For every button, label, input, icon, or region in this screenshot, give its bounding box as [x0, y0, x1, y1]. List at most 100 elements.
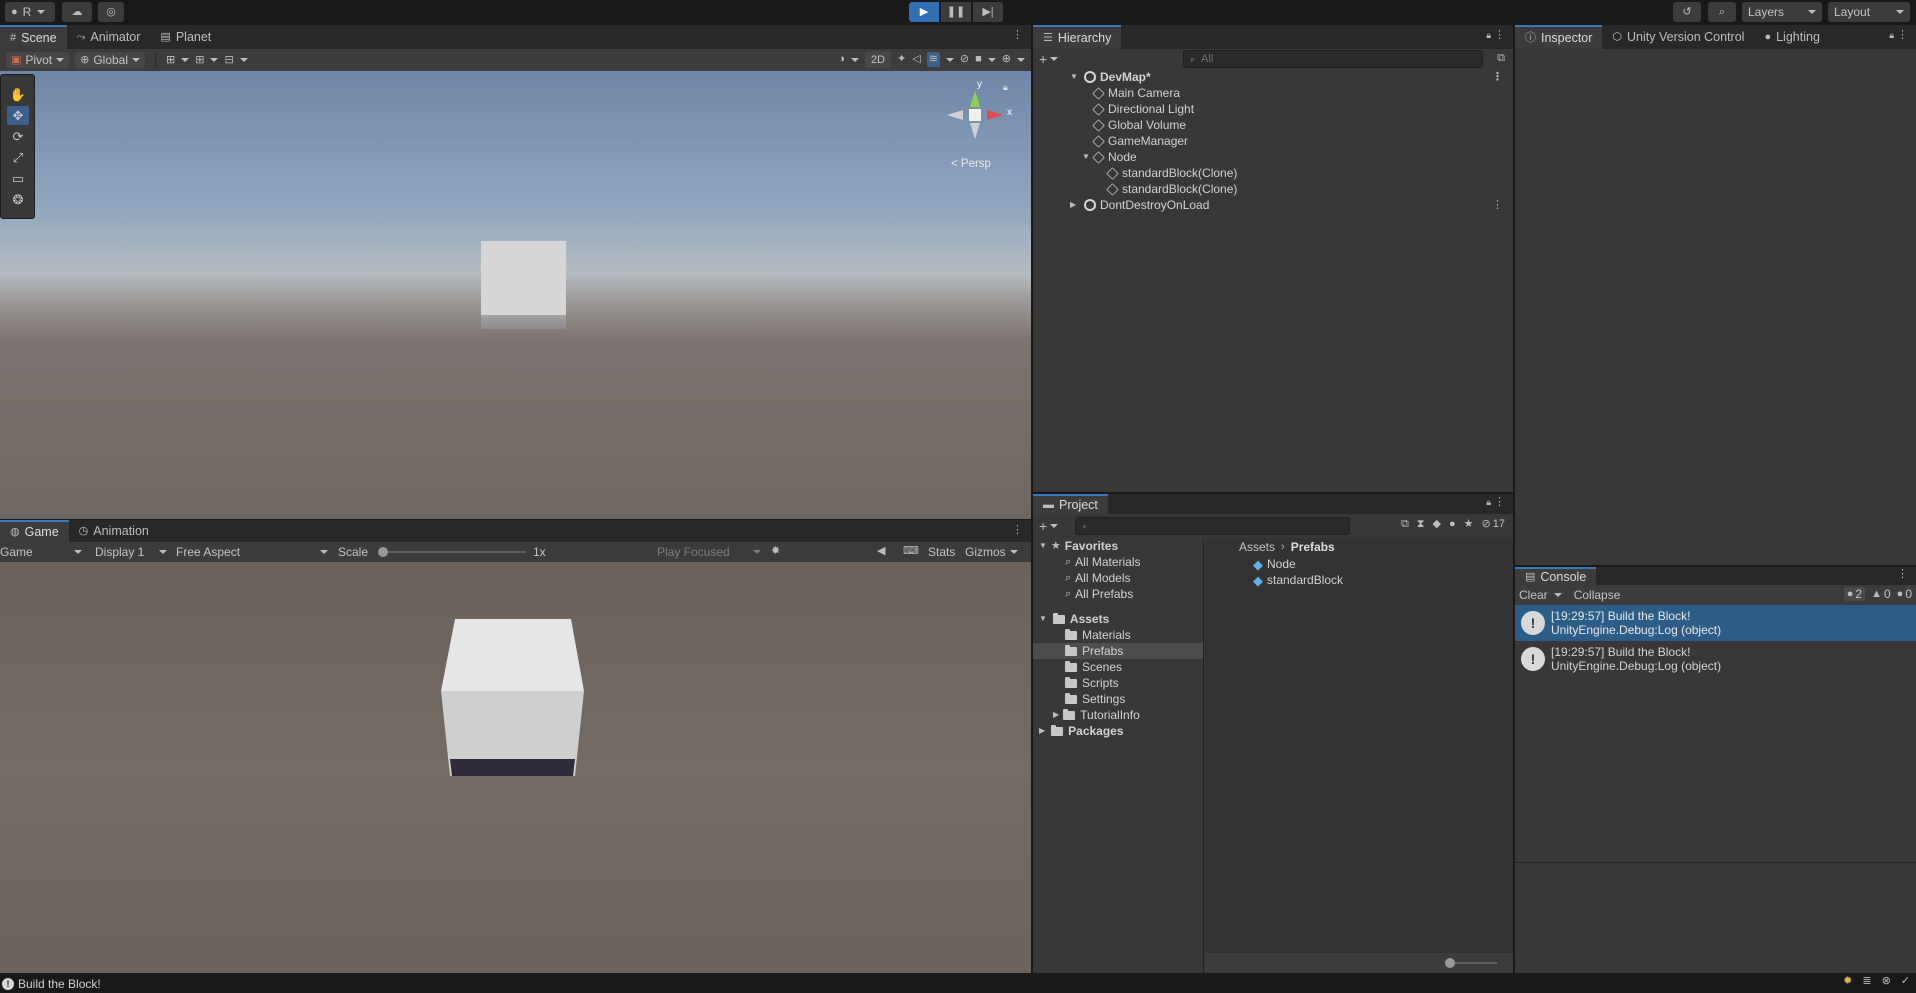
scene-visibility-icon[interactable]: ⧉ — [1497, 53, 1505, 64]
history-button[interactable]: ↺ — [1673, 2, 1701, 22]
panel-menu-icon[interactable]: ⋮ — [1494, 497, 1505, 508]
collapsed-arrow-icon[interactable]: ▶ — [1039, 727, 1045, 735]
folder-settings[interactable]: Settings — [1033, 691, 1203, 707]
panel-menu-icon[interactable]: ⋮ — [1897, 30, 1908, 41]
panel-menu-icon[interactable]: ⋮ — [1494, 30, 1505, 41]
breadcrumb-prefabs[interactable]: Prefabs — [1291, 540, 1335, 554]
hidden-packages-toggle[interactable]: ⊘ 17 — [1482, 518, 1505, 530]
assets-header[interactable]: ▼ Assets — [1033, 611, 1203, 627]
hidden-objects-icon[interactable]: ⊘ — [960, 54, 969, 65]
tree-item-directional-light[interactable]: Directional Light — [1033, 101, 1513, 117]
rotate-tool-icon[interactable]: ⟳ — [7, 127, 29, 146]
play-button[interactable]: ▶ — [909, 2, 939, 22]
item-menu-icon[interactable]: ⋮ — [1492, 71, 1503, 83]
add-icon[interactable]: + — [1039, 519, 1047, 533]
layers-dropdown[interactable]: Layers — [1742, 2, 1822, 22]
increment-snap-icon[interactable]: ⊟ — [224, 54, 233, 66]
toggle-2d-button[interactable]: 2D — [864, 51, 891, 68]
project-search-input[interactable]: ⌕ — [1075, 517, 1350, 535]
scale-slider[interactable] — [378, 547, 526, 557]
lock-icon[interactable]: 🔒︎ — [1486, 498, 1491, 507]
lighting-toggle-icon[interactable]: ✦ — [897, 54, 906, 65]
scale-tool-icon[interactable]: ⤢ — [7, 148, 29, 167]
folder-tutorialinfo[interactable]: ▶ TutorialInfo — [1033, 707, 1203, 723]
status-message[interactable]: Build the Block! — [18, 977, 101, 991]
tree-item-dontdestroyonload[interactable]: ▶ DontDestroyOnLoad ⋮ — [1033, 197, 1513, 213]
favorite-all-models[interactable]: ⌕ All Models — [1033, 570, 1203, 586]
packages-header[interactable]: ▶ Packages — [1033, 723, 1203, 739]
stats-button[interactable]: Stats — [928, 545, 955, 559]
tree-item-standardblock-clone[interactable]: standardBlock(Clone) — [1033, 165, 1513, 181]
collapse-button[interactable]: Collapse — [1574, 588, 1621, 602]
lock-icon[interactable]: 🔒︎ — [1003, 83, 1008, 92]
rect-tool-icon[interactable]: ▭ — [7, 169, 29, 188]
search-by-type-icon[interactable]: ⧉ — [1401, 518, 1409, 530]
asset-file-standardblock[interactable]: ◆ standardBlock — [1205, 572, 1513, 588]
folder-materials[interactable]: Materials — [1033, 627, 1203, 643]
tab-project[interactable]: ▬ Project — [1033, 494, 1108, 514]
keyboard-icon[interactable]: ⌨ — [903, 546, 919, 557]
tab-scene[interactable]: # Scene — [0, 25, 67, 49]
display-mode-dropdown[interactable]: Game — [0, 545, 82, 559]
favorite-all-prefabs[interactable]: ⌕ All Prefabs — [1033, 586, 1203, 602]
pause-button[interactable]: ❚❚ — [941, 2, 971, 22]
aspect-dropdown[interactable]: Free Aspect — [176, 545, 328, 559]
mute-audio-icon[interactable]: ◀︎ — [877, 546, 885, 557]
effects-icon[interactable]: ≋ — [926, 52, 940, 67]
tab-lighting[interactable]: ● Lighting — [1754, 25, 1829, 49]
expand-arrow-icon[interactable]: ▼ — [1070, 73, 1078, 81]
step-button[interactable]: ▶| — [973, 2, 1003, 22]
layout-dropdown[interactable]: Layout — [1828, 2, 1910, 22]
tab-animator[interactable]: ⤳ Animator — [67, 25, 151, 49]
tab-version-control[interactable]: ⬡ Unity Version Control — [1602, 25, 1754, 49]
expand-arrow-icon[interactable]: ▼ — [1039, 615, 1047, 623]
collab-button[interactable]: ◎ — [98, 2, 124, 22]
asset-file-node[interactable]: ◆ Node — [1205, 556, 1513, 572]
hierarchy-search-input[interactable]: ⌕ All — [1183, 50, 1483, 68]
tab-inspector[interactable]: ⓘ Inspector — [1515, 25, 1603, 49]
scale-slider-thumb[interactable] — [378, 547, 388, 557]
tab-hierarchy[interactable]: ☰ Hierarchy — [1033, 25, 1122, 49]
hand-tool-icon[interactable]: ✋ — [7, 85, 29, 104]
orientation-gizmo[interactable]: y x — [945, 79, 1015, 145]
gizmos-icon[interactable]: ⊕ — [1002, 54, 1011, 65]
search-by-label-icon[interactable]: ⧗ — [1417, 518, 1425, 530]
clear-options-dropdown[interactable] — [1553, 593, 1562, 597]
scene-viewport[interactable]: ✋ ✥ ⟳ ⤢ ▭ ❂ y x 🔒︎ < Persp — [0, 71, 1031, 519]
console-entry[interactable]: ! [19:29:57] Build the Block! UnityEngin… — [1515, 641, 1916, 677]
folder-scenes[interactable]: Scenes — [1033, 659, 1203, 675]
favorite-all-materials[interactable]: ⌕ All Materials — [1033, 554, 1203, 570]
bug-icon[interactable]: ✸ — [771, 546, 780, 557]
item-menu-icon[interactable]: ⋮ — [1492, 199, 1503, 211]
expand-arrow-icon[interactable]: ▼ — [1039, 542, 1047, 550]
error-count-toggle[interactable]: ● 0 — [1897, 587, 1912, 601]
tree-item-node[interactable]: ▼ Node — [1033, 149, 1513, 165]
global-dropdown[interactable]: ⊕ Global — [75, 52, 145, 68]
expand-arrow-icon[interactable]: ▼ — [1082, 153, 1090, 161]
tab-planet[interactable]: ▤ Planet — [150, 25, 221, 49]
star-icon[interactable]: ★ — [1464, 518, 1474, 530]
cloud-button[interactable]: ☁ — [62, 2, 92, 22]
debug-icon[interactable]: ✹ — [1843, 976, 1852, 987]
display-dropdown[interactable]: Display 1 — [95, 545, 167, 559]
grid-snap-icon[interactable]: ⊞ — [166, 54, 175, 66]
tree-item-main-camera[interactable]: Main Camera — [1033, 85, 1513, 101]
alert-icon[interactable]: ● — [1449, 518, 1456, 530]
add-icon[interactable]: + — [1039, 52, 1047, 66]
tree-item-standardblock-clone[interactable]: standardBlock(Clone) — [1033, 181, 1513, 197]
audio-toggle-icon[interactable]: ◁ — [912, 54, 920, 65]
icon-size-slider[interactable] — [1445, 958, 1497, 968]
icon-size-slider-thumb[interactable] — [1445, 958, 1455, 968]
tag-icon[interactable]: ◆ — [1433, 518, 1441, 530]
collapsed-arrow-icon[interactable]: ▶ — [1053, 711, 1059, 719]
gizmos-dropdown[interactable]: Gizmos — [965, 545, 1018, 559]
persp-label[interactable]: < Persp — [951, 158, 991, 170]
folder-scripts[interactable]: Scripts — [1033, 675, 1203, 691]
scene-cube[interactable] — [481, 241, 566, 329]
clear-button[interactable]: Clear — [1519, 588, 1548, 602]
tree-item-devmap[interactable]: ▼ DevMap* ⋮ — [1033, 69, 1513, 85]
tree-item-gamemanager[interactable]: GameManager — [1033, 133, 1513, 149]
lock-icon[interactable]: 🔒︎ — [1486, 31, 1491, 40]
play-focused-dropdown[interactable]: Play Focused — [657, 545, 761, 559]
account-dropdown[interactable]: ● R — [5, 2, 55, 22]
